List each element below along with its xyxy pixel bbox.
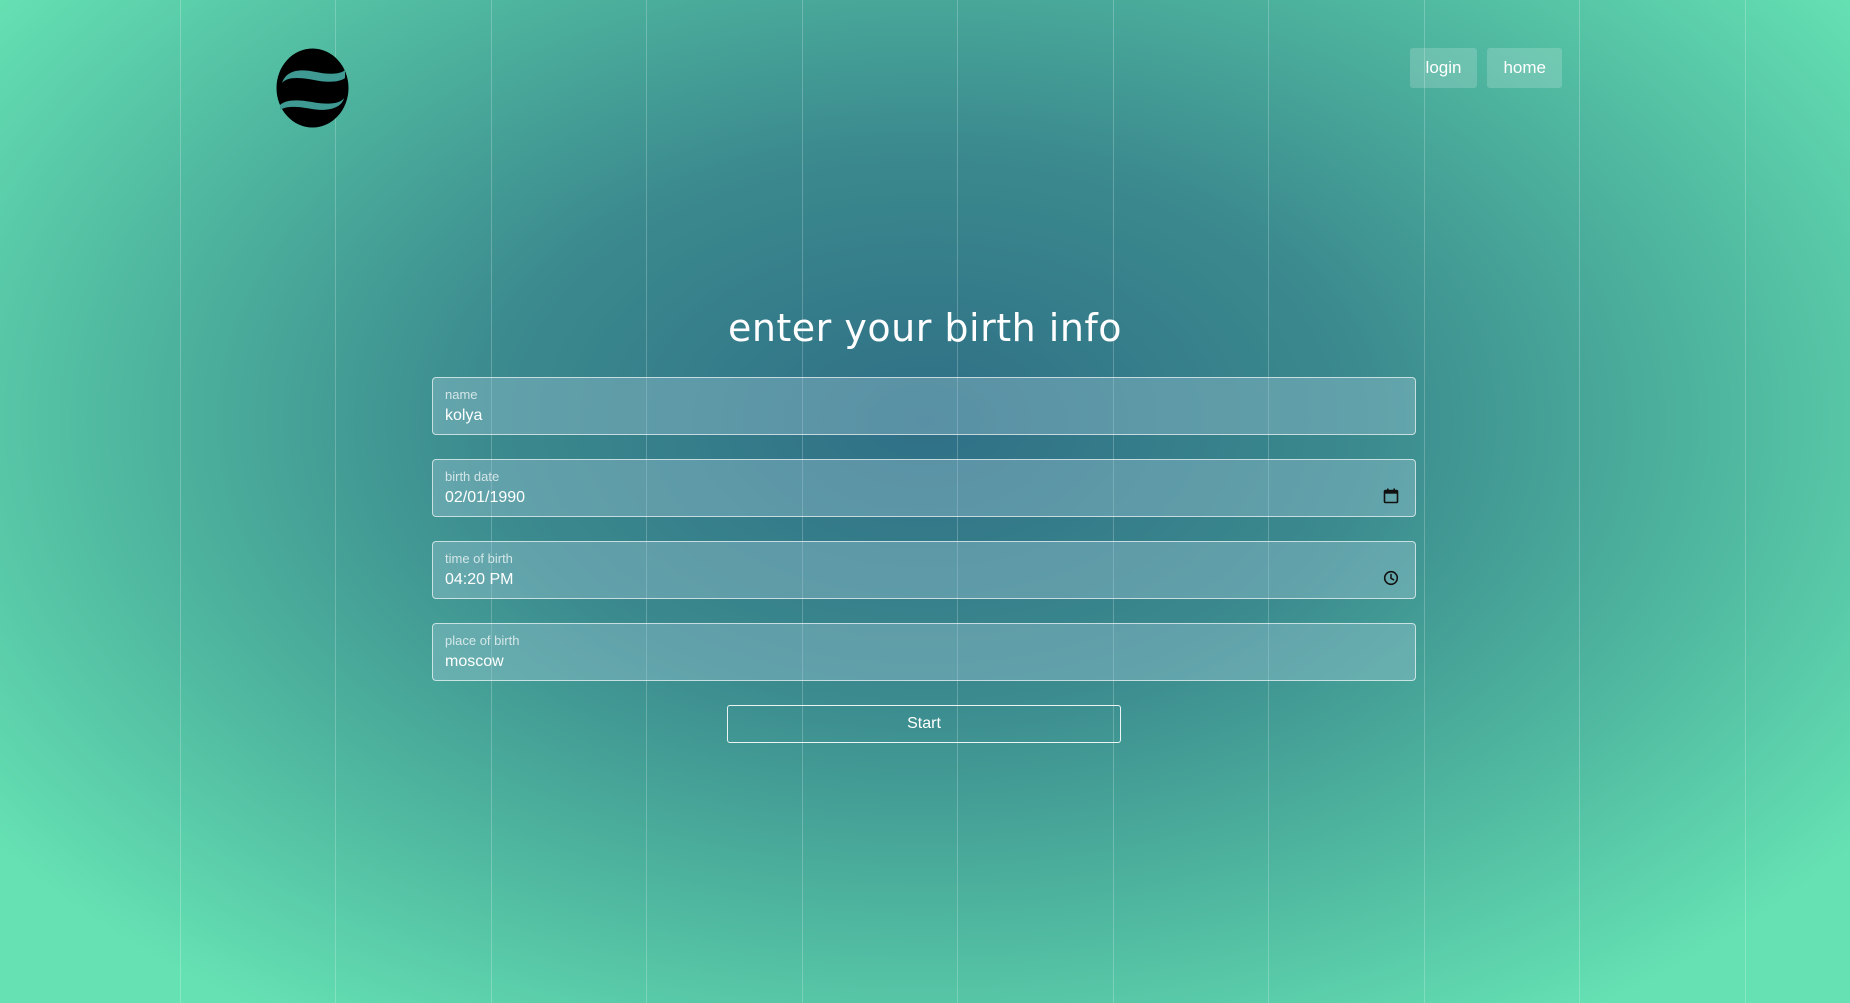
start-button[interactable]: Start bbox=[727, 705, 1121, 743]
birth-date-field-value[interactable]: 02/01/1990 bbox=[445, 488, 1403, 508]
page-title: enter your birth info bbox=[727, 306, 1123, 350]
name-field-value[interactable]: kolya bbox=[445, 406, 1403, 426]
home-button[interactable]: home bbox=[1487, 48, 1562, 88]
calendar-icon[interactable] bbox=[1382, 487, 1400, 505]
place-of-birth-field-label: place of birth bbox=[445, 633, 520, 648]
brand-s-logo-icon[interactable] bbox=[276, 48, 349, 128]
grid-line bbox=[1424, 0, 1425, 1003]
grid-line bbox=[180, 0, 181, 1003]
clock-icon[interactable] bbox=[1382, 569, 1400, 587]
name-field[interactable]: name kolya bbox=[432, 377, 1416, 435]
login-button[interactable]: login bbox=[1409, 48, 1478, 88]
time-of-birth-field[interactable]: time of birth 04:20 PM bbox=[432, 541, 1416, 599]
place-of-birth-field-value[interactable]: moscow bbox=[445, 652, 1403, 672]
grid-line bbox=[1579, 0, 1580, 1003]
grid-line bbox=[1745, 0, 1746, 1003]
birth-date-field-label: birth date bbox=[445, 469, 500, 484]
name-field-label: name bbox=[445, 387, 478, 402]
time-of-birth-field-value[interactable]: 04:20 PM bbox=[445, 570, 1403, 590]
top-nav: login home bbox=[1409, 48, 1562, 88]
grid-line bbox=[335, 0, 336, 1003]
birth-info-form: name kolya birth date 02/01/1990 time of… bbox=[432, 377, 1416, 705]
birth-date-field[interactable]: birth date 02/01/1990 bbox=[432, 459, 1416, 517]
time-of-birth-field-label: time of birth bbox=[445, 551, 513, 566]
place-of-birth-field[interactable]: place of birth moscow bbox=[432, 623, 1416, 681]
